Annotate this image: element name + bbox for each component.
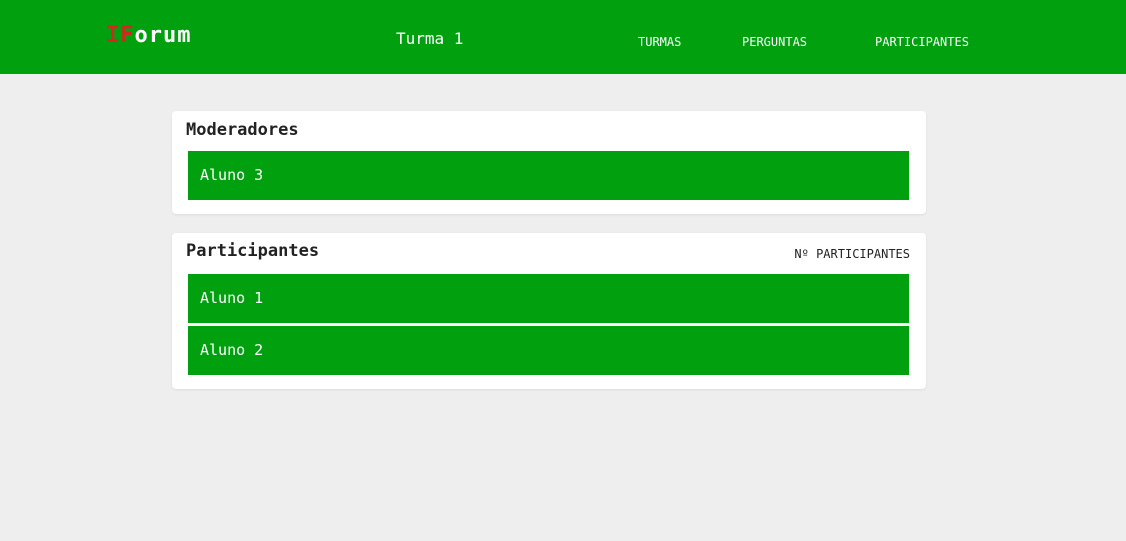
- nav-link-turmas[interactable]: TURMAS: [638, 34, 681, 50]
- moderators-title: Moderadores: [186, 120, 299, 140]
- participants-card: Participantes Nº PARTICIPANTES Aluno 1 A…: [172, 233, 926, 389]
- top-navbar: IForum Turma 1 TURMAS PERGUNTAS PARTICIP…: [0, 0, 1126, 74]
- participants-title: Participantes: [186, 241, 320, 261]
- logo[interactable]: IForum: [106, 22, 191, 50]
- moderator-item[interactable]: Aluno 3: [188, 151, 909, 200]
- nav-link-participantes[interactable]: PARTICIPANTES: [875, 34, 969, 50]
- class-title: Turma 1: [396, 29, 464, 48]
- nav-link-perguntas[interactable]: PERGUNTAS: [742, 34, 807, 50]
- logo-prefix: IF: [106, 23, 135, 48]
- participant-item[interactable]: Aluno 1: [188, 274, 909, 323]
- participant-item[interactable]: Aluno 2: [188, 326, 909, 375]
- moderators-card: Moderadores Aluno 3: [172, 111, 926, 214]
- logo-suffix: orum: [134, 23, 192, 48]
- participants-count-label: Nº PARTICIPANTES: [794, 247, 910, 261]
